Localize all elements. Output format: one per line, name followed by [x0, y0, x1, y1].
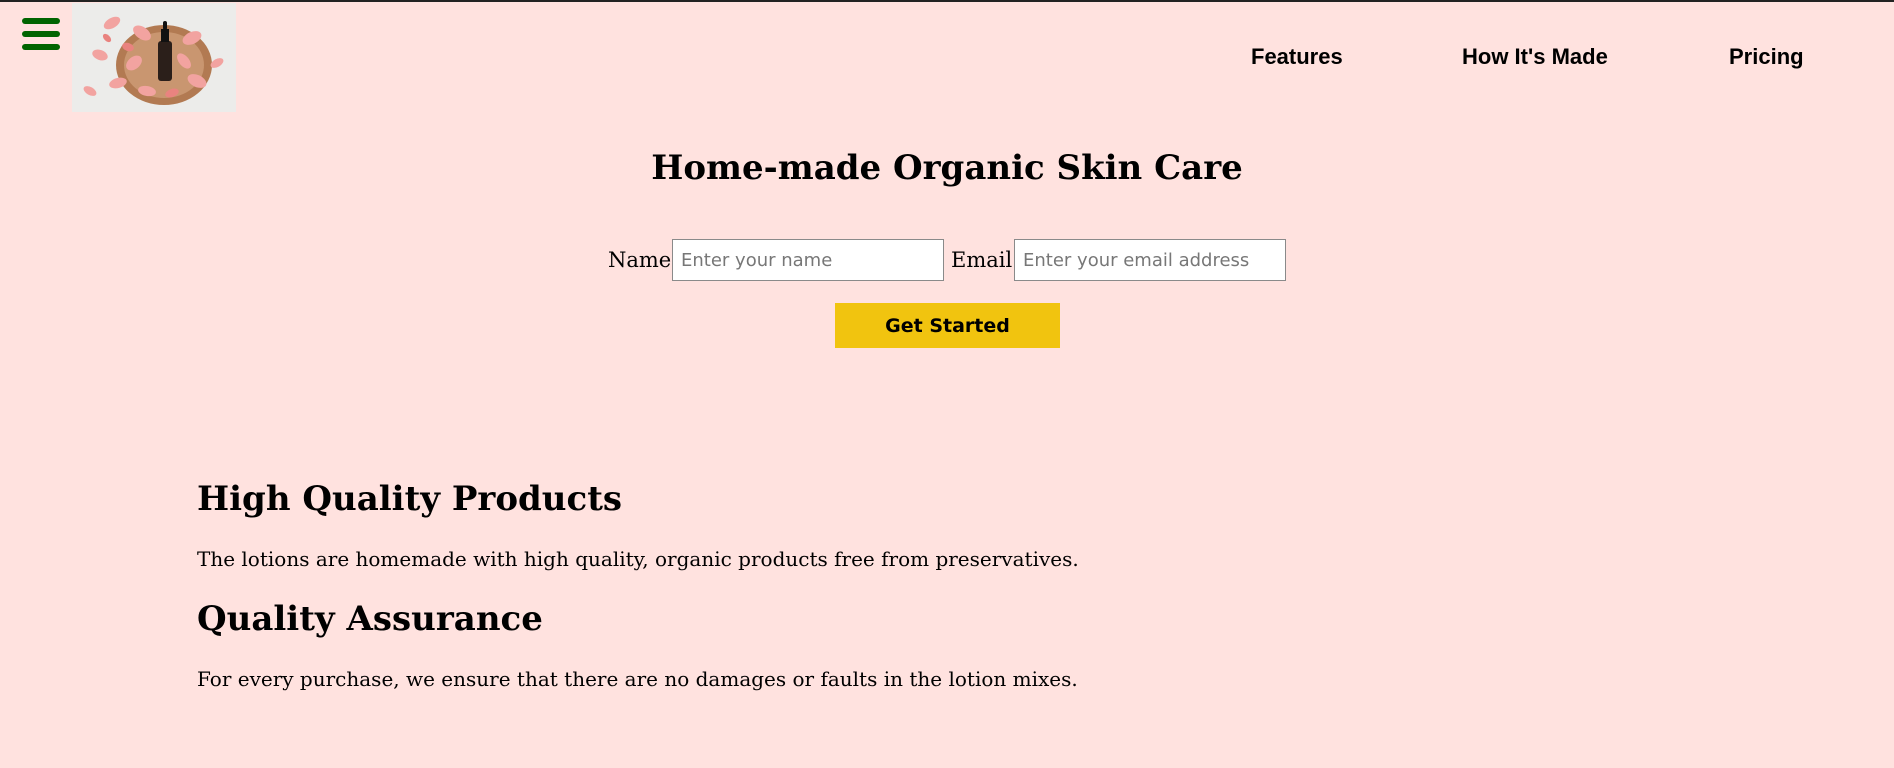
- name-input[interactable]: [672, 239, 944, 281]
- feature-title: High Quality Products: [197, 479, 623, 519]
- email-label: Email: [951, 248, 1013, 272]
- feature-text: For every purchase, we ensure that there…: [197, 667, 1078, 691]
- page-title: Home-made Organic Skin Care: [651, 148, 1243, 188]
- hamburger-menu-icon[interactable]: [20, 18, 62, 52]
- nav-features-link[interactable]: Features: [1251, 44, 1343, 70]
- menu-bar: [22, 44, 60, 50]
- get-started-button[interactable]: Get Started: [835, 303, 1060, 348]
- feature-title: Quality Assurance: [197, 599, 543, 639]
- email-input[interactable]: [1014, 239, 1286, 281]
- logo-image[interactable]: [72, 3, 236, 112]
- nav-pricing-link[interactable]: Pricing: [1729, 44, 1804, 70]
- name-label: Name: [608, 248, 672, 272]
- feature-text: The lotions are homemade with high quali…: [197, 547, 1079, 571]
- logo-illustration: [72, 3, 236, 112]
- menu-bar: [22, 18, 60, 24]
- nav-how-its-made-link[interactable]: How It's Made: [1462, 44, 1608, 70]
- top-border: [0, 0, 1894, 2]
- menu-bar: [22, 31, 60, 37]
